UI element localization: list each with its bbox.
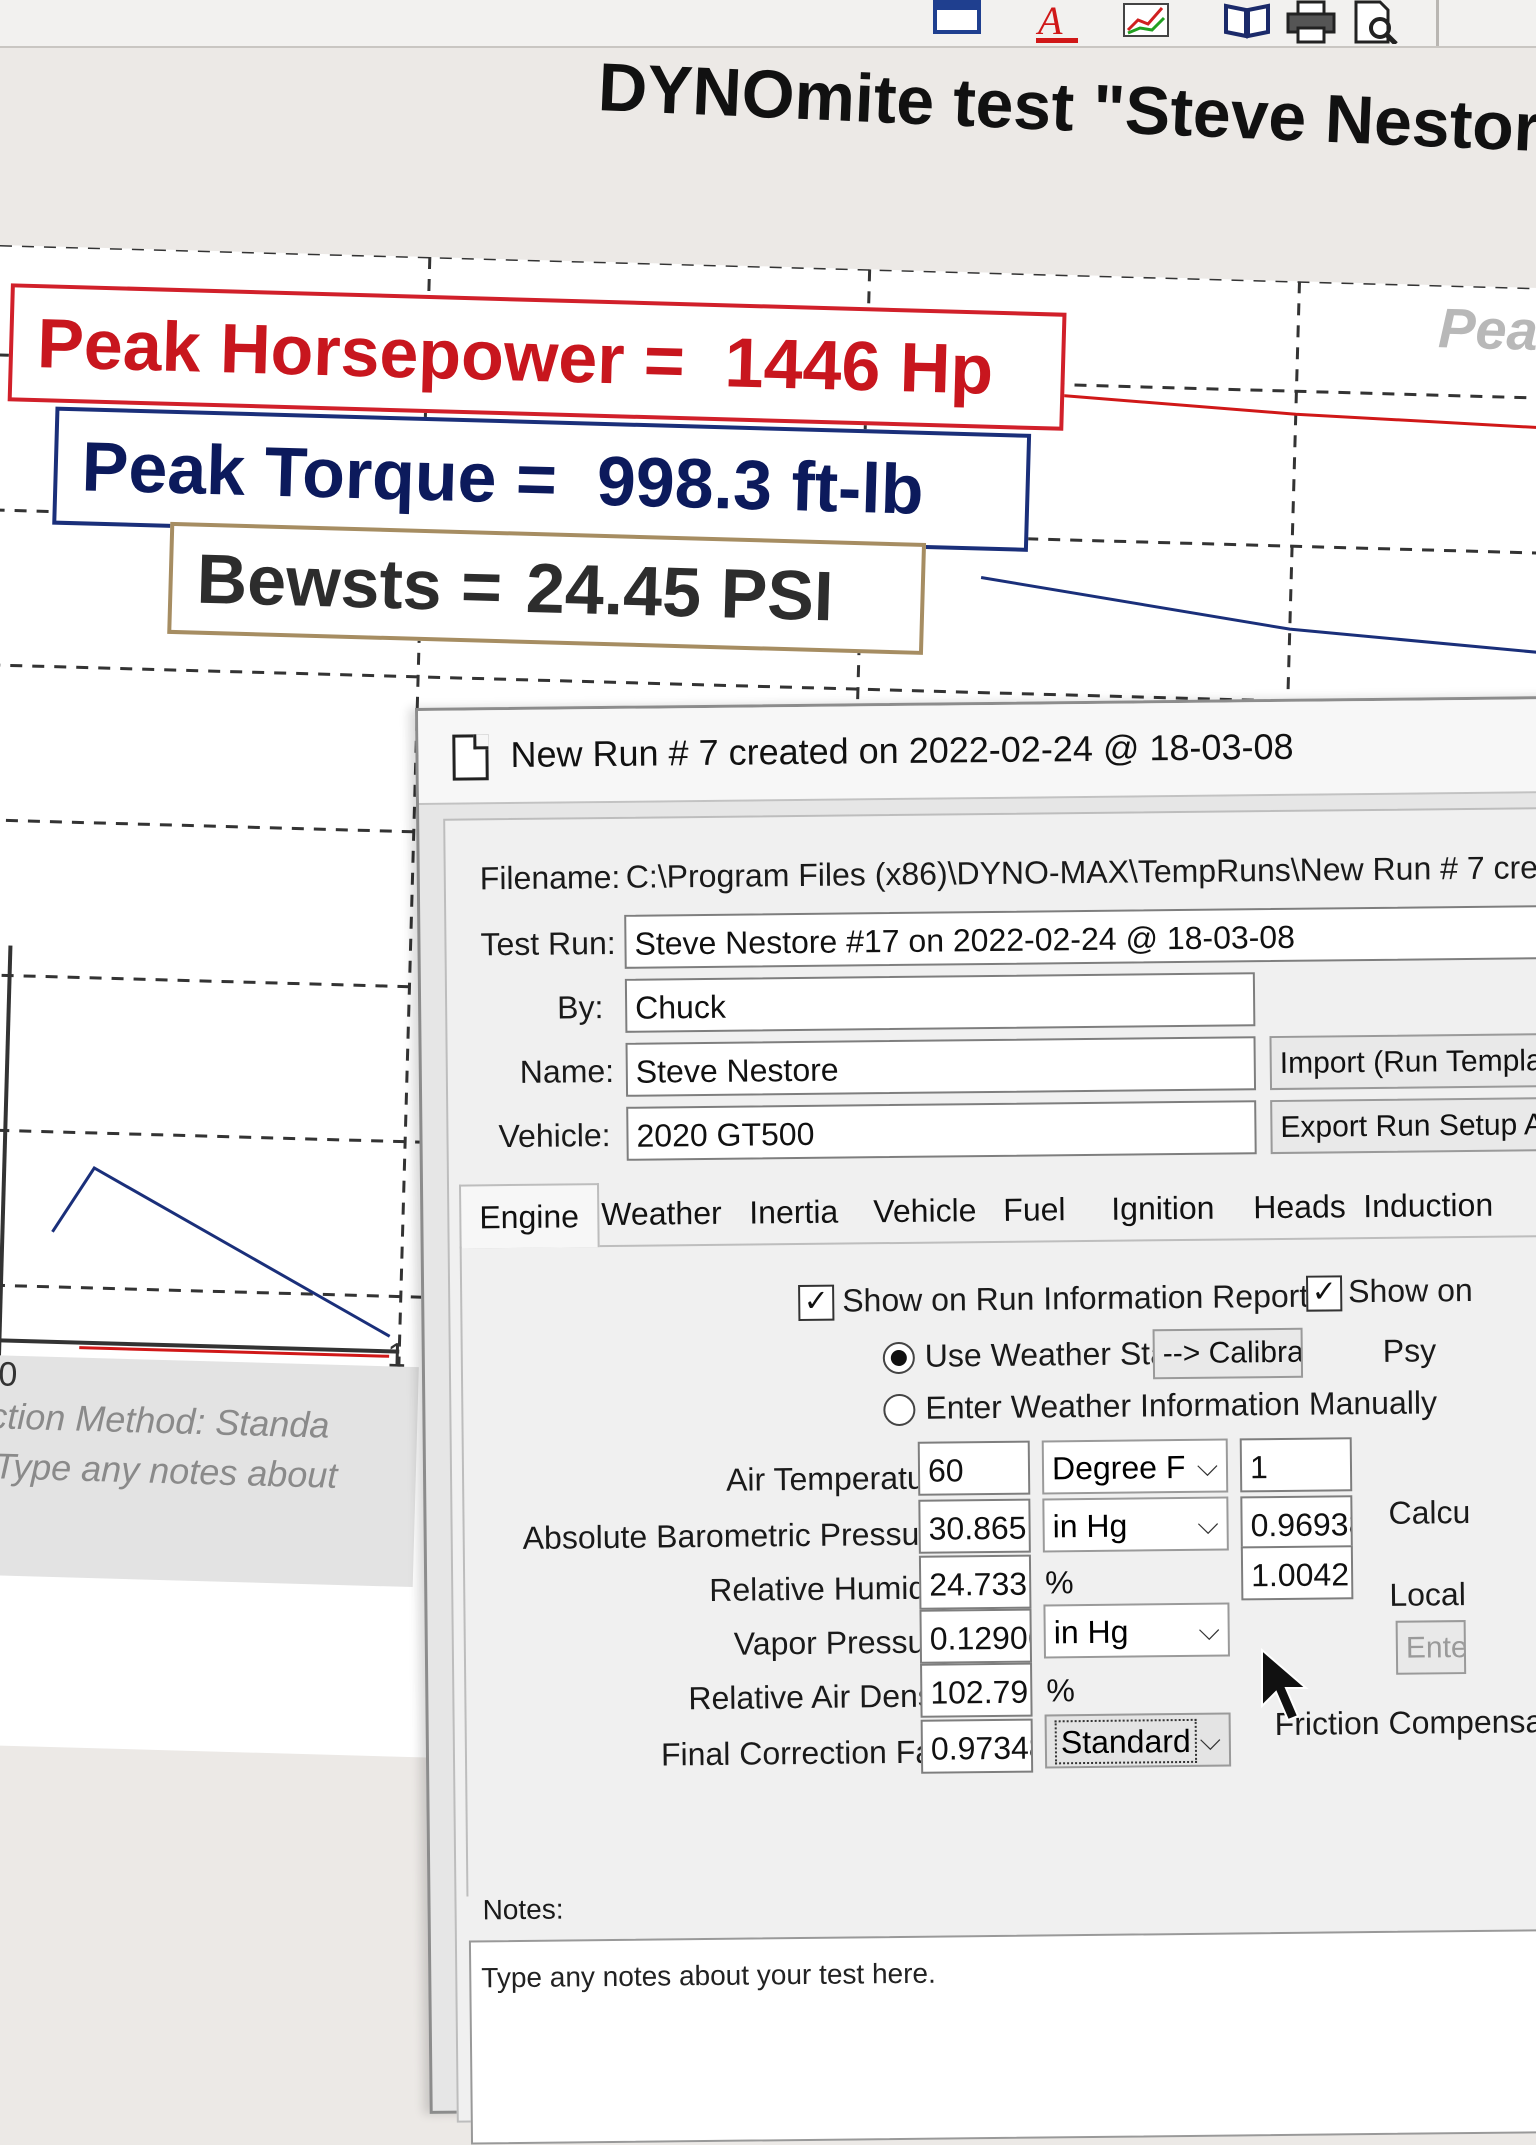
tab-vehicle[interactable]: Vehicle (873, 1179, 977, 1242)
test-title: DYNOmite test "Steve Nestore (596, 48, 1536, 168)
boost-badge: Bewsts = 24.45 PSI (167, 521, 927, 655)
vapor-pressure-unit-value: in Hg (1053, 1613, 1129, 1651)
vapor-pressure-unit-select[interactable]: in Hg ⌵ (1043, 1602, 1230, 1659)
show-on-report-checkbox[interactable]: ✓ (798, 1284, 835, 1322)
air-temperature-factor: 1 (1239, 1437, 1353, 1493)
print-preview-icon[interactable] (1350, 0, 1404, 46)
psychrometer-label: Psy (1382, 1332, 1437, 1369)
vehicle-label: Vehicle: (498, 1116, 611, 1155)
relative-humidity-field[interactable]: 24.733; (918, 1554, 1032, 1610)
relative-air-density-unit: % (1046, 1672, 1075, 1709)
chevron-down-icon: ⌵ (1196, 1450, 1219, 1482)
torque-curve (980, 576, 1536, 655)
weather-panel: ✓ Show on Run Information Report ✓ Show … (459, 1234, 1536, 1897)
export-run-setup-button[interactable]: Export Run Setup A (1270, 1096, 1536, 1155)
hp-curve (1046, 392, 1536, 431)
dialog-body: Filename: C:\Program Files (x86)\DYNO-MA… (443, 806, 1536, 2145)
barometric-pressure-unit-value: in Hg (1052, 1507, 1128, 1545)
x-axis-tick-zero: 0 (0, 1355, 18, 1394)
chevron-down-icon: ⌵ (1198, 1614, 1220, 1646)
final-correction-factor-field[interactable]: 0.97348 (920, 1718, 1034, 1774)
dialog-titlebar[interactable]: New Run # 7 created on 2022-02-24 @ 18-0… (418, 698, 1536, 805)
local-label: Local (1389, 1576, 1467, 1613)
toolbar: A (0, 0, 1536, 48)
run-info-dialog: New Run # 7 created on 2022-02-24 @ 18-0… (415, 695, 1536, 2145)
barometric-pressure-field[interactable]: 30.865․ (918, 1498, 1031, 1554)
enter-weather-manually-label: Enter Weather Information Manually (925, 1384, 1438, 1426)
calculate-label: Calcu (1388, 1493, 1471, 1531)
enter-weather-manually-radio[interactable] (883, 1393, 916, 1427)
air-temperature-unit-select[interactable]: Degree F ⌵ (1041, 1438, 1229, 1495)
import-run-template-button[interactable]: Import (Run Templa (1269, 1032, 1536, 1091)
peak-horsepower-value: 1446 Hp (723, 323, 995, 409)
x-axis-tick-one: 1 (386, 1336, 407, 1375)
correction-method-select[interactable]: Standard ⌵ (1044, 1712, 1232, 1769)
toolbar-separator (1436, 0, 1439, 46)
chevron-down-icon: ⌵ (1199, 1724, 1222, 1756)
tab-fuel[interactable]: Fuel (1003, 1178, 1066, 1241)
mouse-cursor-icon (1261, 1647, 1309, 1722)
document-icon (452, 734, 489, 781)
book-icon[interactable] (1220, 0, 1274, 40)
notes-textarea[interactable]: Type any notes about your test here. (468, 1927, 1536, 2145)
test-run-field[interactable]: Steve Nestore #17 on 2022-02-24 @ 18-03-… (624, 904, 1536, 969)
by-label: By: (556, 989, 604, 1026)
relative-air-density-field[interactable]: 102.79; (920, 1662, 1033, 1718)
peak-ghost-label: Pea (1437, 296, 1536, 362)
peak-torque-value: 998.3 ft-lb (595, 441, 925, 529)
boost-label: Bewsts = (195, 539, 504, 627)
peak-horsepower-label: Peak Horsepower = (36, 304, 686, 401)
relative-humidity-unit: % (1045, 1564, 1074, 1601)
filename-value: C:\Program Files (x86)\DYNO-MAX\TempRuns… (625, 849, 1536, 895)
tab-induction[interactable]: Induction (1363, 1174, 1494, 1237)
use-weather-station-radio[interactable] (882, 1341, 915, 1375)
air-temperature-field[interactable]: 60 (917, 1440, 1031, 1496)
chevron-down-icon: ⌵ (1197, 1508, 1219, 1540)
by-field[interactable]: Chuck (624, 972, 1256, 1033)
tab-ignition[interactable]: Ignition (1111, 1177, 1215, 1240)
graph-icon[interactable] (1120, 0, 1174, 40)
torque-curve-low (51, 1165, 391, 1338)
name-field[interactable]: Steve Nestore (625, 1036, 1257, 1097)
show-on-checkbox[interactable]: ✓ (1305, 1275, 1343, 1312)
tab-weather[interactable]: Weather (601, 1182, 722, 1245)
tab-inertia[interactable]: Inertia (749, 1181, 839, 1244)
name-label: Name: (519, 1052, 615, 1090)
barometric-pressure-unit-select[interactable]: in Hg ⌵ (1042, 1496, 1229, 1553)
filename-label: Filename: (479, 858, 621, 897)
notes-placeholder: Type any notes about your test here. (481, 1957, 936, 1994)
air-temperature-unit-value: Degree F (1051, 1448, 1186, 1487)
tab-engine[interactable]: Engine (458, 1183, 600, 1249)
relative-humidity-factor: 1.0042; (1240, 1545, 1354, 1601)
svg-text:A: A (1035, 0, 1063, 43)
calibrate-button[interactable]: --> Calibrate (1152, 1327, 1304, 1380)
vehicle-field[interactable]: 2020 GT500 (626, 1100, 1257, 1161)
barometric-pressure-factor: 0.96938 (1240, 1495, 1353, 1551)
peak-torque-label: Peak Torque = (80, 427, 559, 519)
boost-value: 24.45 PSI (524, 548, 835, 636)
vapor-pressure-field[interactable]: 0.12906 (919, 1608, 1033, 1664)
test-run-label: Test Run: (480, 924, 616, 963)
show-on-label: Show on (1347, 1271, 1473, 1310)
window-icon[interactable] (930, 0, 984, 40)
show-on-report-label: Show on Run Information Report (842, 1277, 1309, 1319)
correction-method-value: Standard (1054, 1718, 1197, 1765)
font-icon[interactable]: A (1030, 0, 1084, 43)
notes-label: Notes: (482, 1893, 564, 1926)
dialog-title: New Run # 7 created on 2022-02-24 @ 18-0… (510, 725, 1294, 776)
enter-button[interactable]: Ente (1395, 1620, 1467, 1675)
printer-icon[interactable] (1284, 0, 1338, 44)
barometric-pressure-label: Absolute Barometric Pressure: (522, 1515, 957, 1556)
tab-heads[interactable]: Heads (1253, 1175, 1346, 1238)
